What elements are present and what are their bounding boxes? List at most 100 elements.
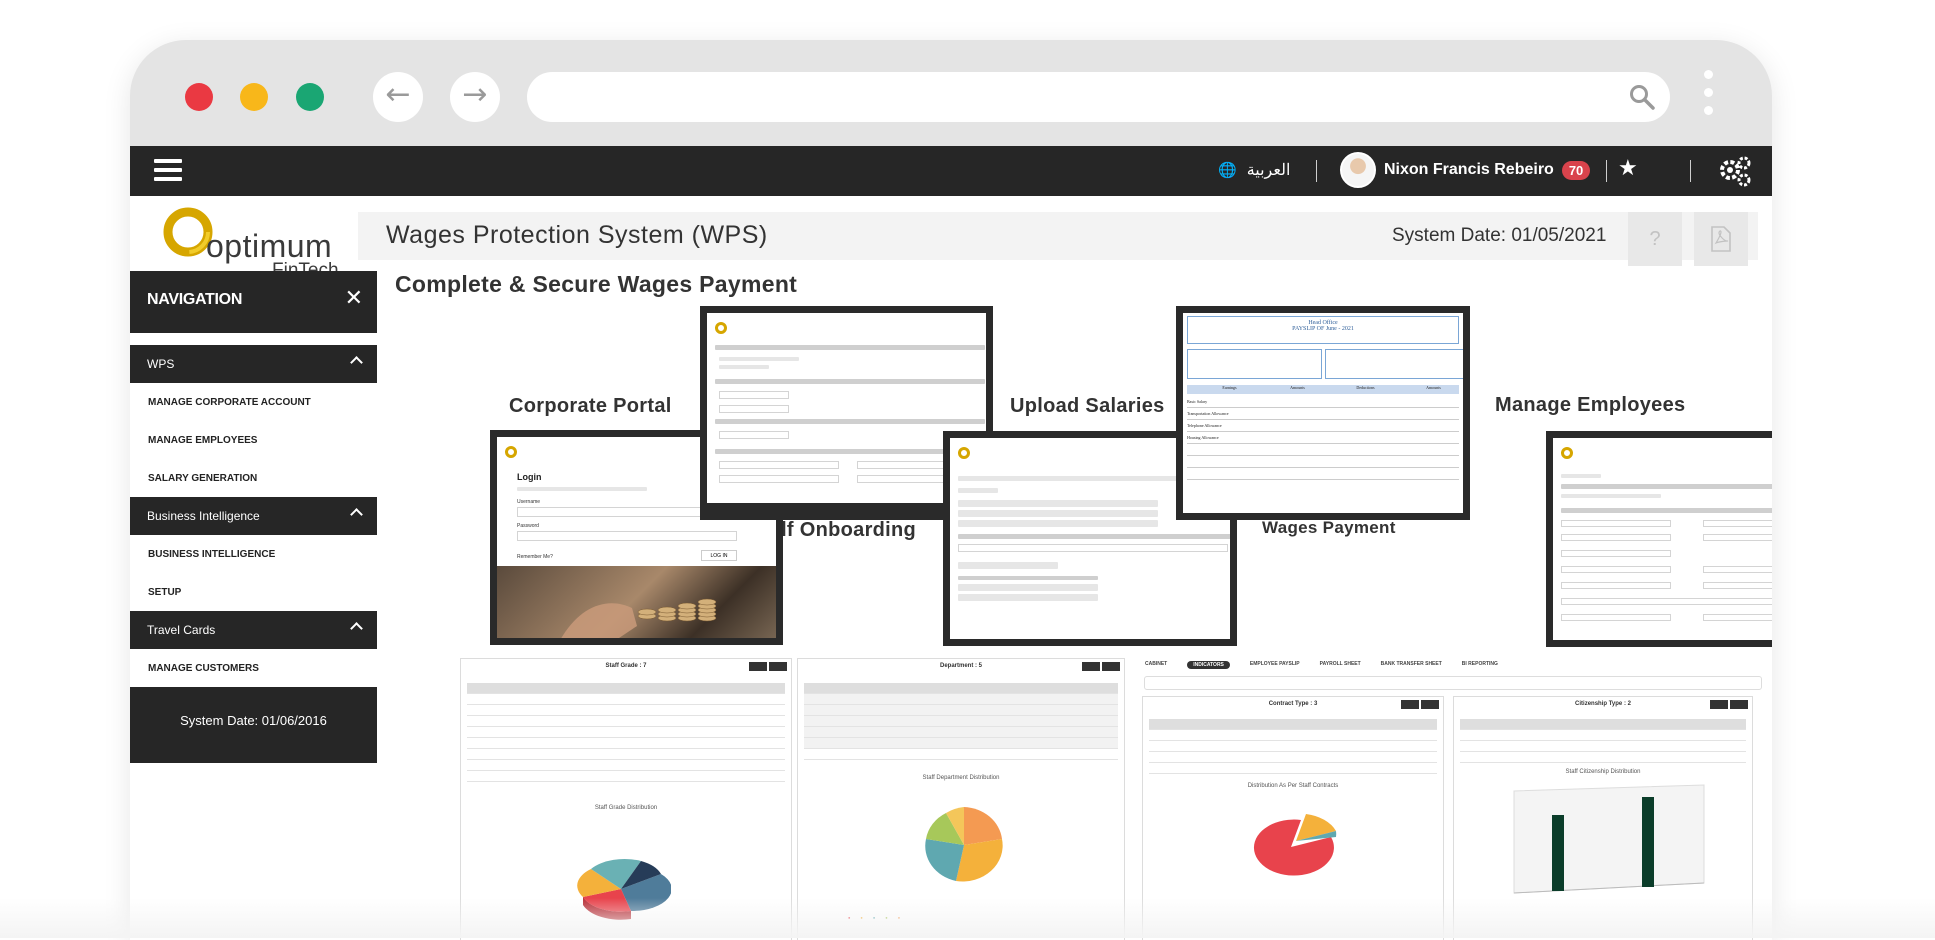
language-switch[interactable]: 🌐 العربية <box>1218 160 1290 180</box>
sidebar-item-setup[interactable]: SETUP <box>130 573 377 611</box>
logo-mark-icon <box>958 444 998 462</box>
tab-cabinet[interactable]: CABINET <box>1145 661 1167 669</box>
divider <box>1606 160 1607 182</box>
payslip-row: Telephone Allowance <box>1187 420 1459 432</box>
payslip-title: PAYSLIP OF June - 2021 <box>1292 326 1354 332</box>
page-title: Wages Protection System (WPS) <box>386 221 768 249</box>
payslip-columns: Earnings Amounts Deductions Amounts <box>1187 385 1459 394</box>
feature-caption: Upload Salaries <box>1010 395 1165 417</box>
divider <box>1316 160 1317 182</box>
company-logo: optimum FinTech <box>162 204 339 281</box>
panel-title: Department : 5 <box>939 663 982 669</box>
panel-actions[interactable] <box>749 662 787 671</box>
tab-bank-transfer-sheet[interactable]: BANK TRANSFER SHEET <box>1381 661 1442 669</box>
panel-actions[interactable] <box>1710 700 1748 709</box>
arrow-right-icon[interactable]: → <box>450 72 500 122</box>
user-menu[interactable]: Nixon Francis Rebeiro 70 <box>1340 152 1591 188</box>
contract-type-pie-chart <box>1253 814 1337 876</box>
panel-title: Citizenship Type : 2 <box>1575 701 1631 707</box>
bottom-fade <box>0 898 1935 938</box>
sidebar-section-wps[interactable]: WPS <box>130 345 377 383</box>
browser-frame: ← → 🌐 العربية Nixon Francis Rebeiro 70 ★ <box>130 40 1772 940</box>
system-date: System Date: 01/05/2021 <box>1392 225 1607 246</box>
sidebar: NAVIGATION ✕ WPS MANAGE CORPORATE ACCOUN… <box>130 271 377 940</box>
payslip-row: Housing Allowance <box>1187 432 1459 444</box>
headline: Complete & Secure Wages Payment <box>395 271 798 297</box>
payslip-rows: Basic Salary Transportation Allowance Te… <box>1187 396 1459 480</box>
coin-stacks-icon <box>561 598 717 638</box>
chart-caption: Staff Citizenship Distribution <box>1565 769 1641 775</box>
avatar <box>1340 152 1376 188</box>
feature-caption: Wages Payment <box>1262 518 1396 537</box>
tab-indicators[interactable]: INDICATORS <box>1187 661 1230 669</box>
section-label: Travel Cards <box>147 623 216 637</box>
user-name: Nixon Francis Rebeiro <box>1384 161 1554 178</box>
chart-caption: Staff Grade Distribution <box>594 805 658 811</box>
payslip-row: Transportation Allowance <box>1187 408 1459 420</box>
search-icon[interactable] <box>1628 83 1656 111</box>
citizenship-bar-chart <box>1513 784 1705 894</box>
chevron-up-icon <box>350 356 363 369</box>
address-bar[interactable] <box>527 72 1670 122</box>
browser-menu-icon[interactable] <box>1704 70 1714 126</box>
payslip-header: Head Office PAYSLIP OF June - 2021 <box>1187 316 1459 344</box>
panel-title: Staff Grade : 7 <box>605 663 647 669</box>
page-header: Wages Protection System (WPS) System Dat… <box>358 212 1758 260</box>
star-icon[interactable]: ★ <box>1618 156 1638 181</box>
sidebar-item-manage-corporate-account[interactable]: MANAGE CORPORATE ACCOUNT <box>130 383 377 421</box>
language-label: العربية <box>1246 162 1291 179</box>
help-button[interactable]: ? <box>1628 212 1682 266</box>
panel-actions[interactable] <box>1401 700 1439 709</box>
gear-icon[interactable] <box>1717 155 1753 187</box>
tab-bi-reporting[interactable]: BI REPORTING <box>1462 661 1498 669</box>
navigation-header: NAVIGATION ✕ <box>130 271 377 333</box>
sidebar-item-salary-generation[interactable]: SALARY GENERATION <box>130 459 377 497</box>
main-content: Complete & Secure Wages Payment Corporat… <box>377 271 1772 940</box>
hamburger-menu-icon[interactable] <box>154 159 182 183</box>
app-viewport: 🌐 العربية Nixon Francis Rebeiro 70 ★ opt… <box>130 146 1772 940</box>
payslip-col: Earnings <box>1222 385 1237 390</box>
arrow-left-icon[interactable]: ← <box>373 72 423 122</box>
maximize-window-dot[interactable] <box>296 83 324 111</box>
close-icon[interactable]: ✕ <box>345 286 363 311</box>
sidebar-system-date: System Date: 01/06/2016 <box>130 687 377 763</box>
sidebar-section-business-intelligence[interactable]: Business Intelligence <box>130 497 377 535</box>
minimize-window-dot[interactable] <box>240 83 268 111</box>
chart-caption: Distribution As Per Staff Contracts <box>1247 783 1339 789</box>
tab-employee-payslip[interactable]: EMPLOYEE PAYSLIP <box>1250 661 1300 669</box>
language-icon: 🌐 <box>1218 161 1237 179</box>
feature-caption: Manage Employees <box>1495 394 1686 416</box>
section-label: WPS <box>147 357 175 371</box>
section-label: Business Intelligence <box>147 509 260 523</box>
sidebar-item-business-intelligence[interactable]: BUSINESS INTELLIGENCE <box>130 535 377 573</box>
tab-payroll-sheet[interactable]: PAYROLL SHEET <box>1320 661 1361 669</box>
feature-caption: Corporate Portal <box>509 395 672 417</box>
payslip-col: Amounts <box>1290 385 1305 390</box>
navigation-title: NAVIGATION <box>147 291 243 308</box>
notification-badge[interactable]: 70 <box>1561 160 1591 180</box>
login-password-label: Password <box>517 523 539 529</box>
payslip-col: Deductions <box>1356 385 1375 390</box>
bi-tabs: CABINET INDICATORS EMPLOYEE PAYSLIP PAYR… <box>1145 661 1498 669</box>
bi-filter-bar[interactable] <box>1144 676 1762 690</box>
sidebar-item-manage-employees[interactable]: MANAGE EMPLOYEES <box>130 421 377 459</box>
chevron-up-icon <box>350 508 363 521</box>
department-pie-chart <box>925 807 1003 882</box>
panel-actions[interactable] <box>1082 662 1120 671</box>
coins-photo <box>497 566 776 638</box>
wages-payment-screenshot: Head Office PAYSLIP OF June - 2021 Earni… <box>1176 306 1470 520</box>
pdf-export-button[interactable] <box>1694 212 1748 266</box>
sidebar-section-travel-cards[interactable]: Travel Cards <box>130 611 377 649</box>
logo-mark-icon <box>1561 444 1601 462</box>
chevron-up-icon <box>350 622 363 635</box>
login-username-label: Username <box>517 499 541 505</box>
close-window-dot[interactable] <box>185 83 213 111</box>
login-title: Login <box>517 472 542 482</box>
login-button: LOG IN <box>701 550 737 561</box>
pdf-icon <box>1711 226 1731 252</box>
panel-title: Contract Type : 3 <box>1268 701 1318 707</box>
divider <box>1690 160 1691 182</box>
login-remember-label: Remember Me? <box>517 554 553 560</box>
sidebar-item-manage-customers[interactable]: MANAGE CUSTOMERS <box>130 649 377 687</box>
logo-mark-icon <box>505 443 545 461</box>
